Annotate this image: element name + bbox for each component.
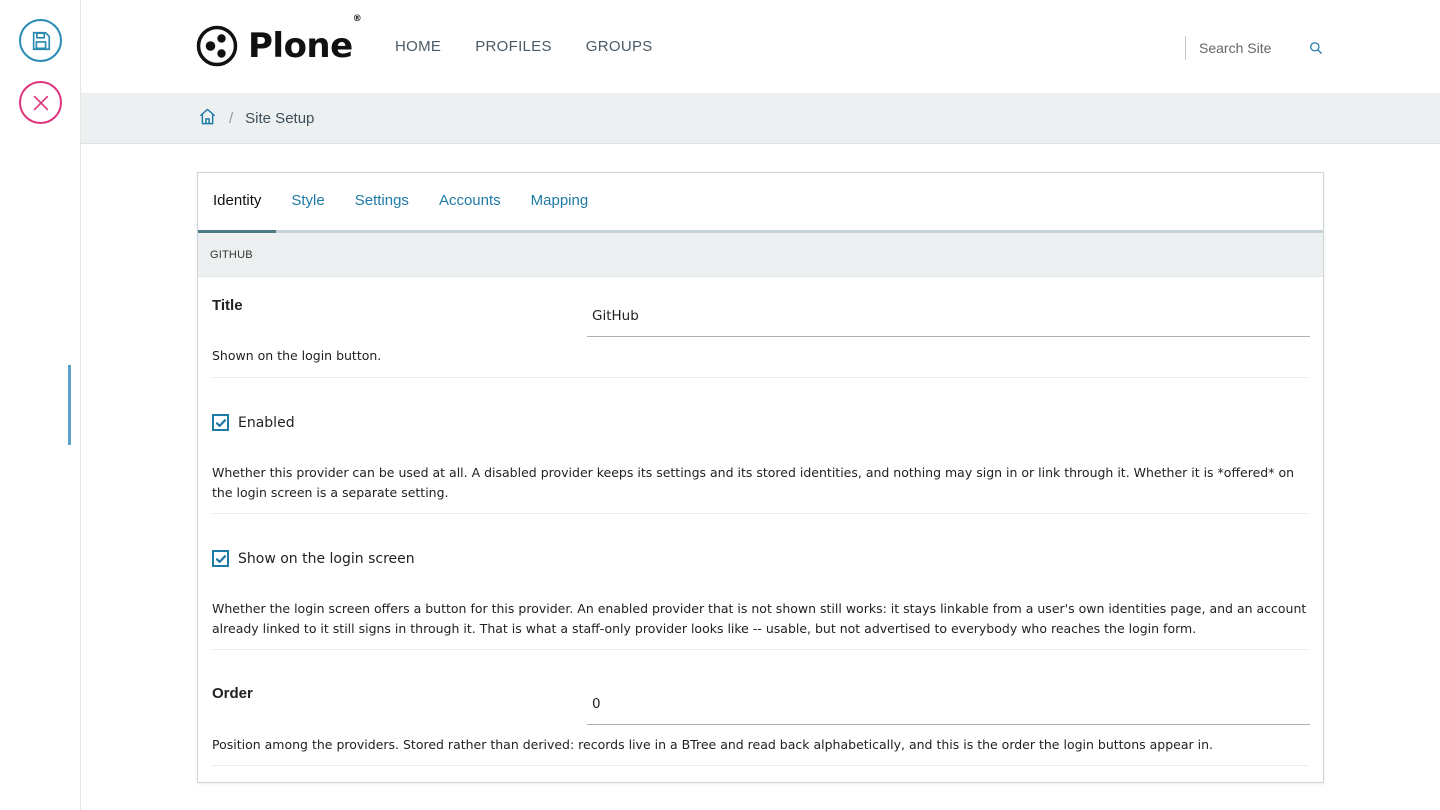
cancel-button[interactable] — [19, 81, 62, 124]
site-logo[interactable]: Plone® — [196, 14, 362, 67]
save-icon — [32, 31, 50, 50]
search-input[interactable] — [1199, 40, 1299, 56]
show-on-login-checkbox[interactable] — [212, 550, 229, 567]
tab-settings[interactable]: Settings — [340, 170, 424, 230]
section-heading: GITHUB — [198, 233, 1323, 277]
title-help: Shown on the login button. — [212, 348, 382, 363]
search-icon[interactable] — [1309, 41, 1323, 55]
order-help: Position among the providers. Stored rat… — [212, 737, 1213, 752]
site-header: Plone® HOME PROFILES GROUPS — [81, 0, 1440, 93]
enabled-label: Enabled — [238, 414, 295, 431]
nav-item-profiles[interactable]: PROFILES — [475, 38, 552, 55]
checkmark-icon — [215, 554, 226, 563]
toolbar-scroll-indicator — [68, 365, 71, 445]
main-navigation: HOME PROFILES GROUPS — [395, 38, 687, 55]
breadcrumb-current: Site Setup — [245, 110, 315, 127]
title-field: Title Shown on the login button. — [212, 277, 1310, 378]
plone-logo-icon — [196, 25, 238, 67]
checkmark-icon — [215, 418, 226, 427]
enabled-checkbox-row[interactable]: Enabled — [212, 414, 295, 431]
order-field: Order Position among the providers. Stor… — [212, 650, 1310, 766]
show-on-login-checkbox-row[interactable]: Show on the login screen — [212, 550, 415, 567]
show-on-login-label: Show on the login screen — [238, 550, 415, 567]
site-search — [1185, 36, 1323, 60]
enabled-help: Whether this provider can be used at all… — [212, 465, 1295, 500]
title-label: Title — [212, 297, 243, 314]
tab-mapping[interactable]: Mapping — [516, 170, 604, 230]
settings-panel: Identity Style Settings Accounts Mapping… — [197, 172, 1324, 783]
breadcrumb-separator: / — [229, 110, 234, 127]
breadcrumb-bar: / Site Setup — [81, 93, 1440, 144]
breadcrumb: / Site Setup — [198, 107, 314, 130]
order-input[interactable] — [587, 683, 1310, 725]
nav-item-home[interactable]: HOME — [395, 38, 441, 55]
edit-toolbar — [0, 0, 81, 810]
title-input[interactable] — [587, 295, 1310, 337]
tab-bar: Identity Style Settings Accounts Mapping — [198, 173, 1323, 233]
enabled-field: Enabled Whether this provider can be use… — [212, 378, 1309, 514]
home-icon[interactable] — [198, 107, 217, 130]
order-label: Order — [212, 685, 253, 702]
tab-identity[interactable]: Identity — [198, 170, 277, 233]
tab-style[interactable]: Style — [276, 170, 339, 230]
show-on-login-help: Whether the login screen offers a button… — [212, 601, 1307, 636]
show-on-login-field: Show on the login screen Whether the log… — [212, 514, 1309, 650]
tab-accounts[interactable]: Accounts — [424, 170, 516, 230]
logo-text: Plone® — [248, 14, 362, 66]
nav-item-groups[interactable]: GROUPS — [586, 38, 653, 55]
enabled-checkbox[interactable] — [212, 414, 229, 431]
save-button[interactable] — [19, 19, 62, 62]
close-icon — [33, 95, 48, 110]
